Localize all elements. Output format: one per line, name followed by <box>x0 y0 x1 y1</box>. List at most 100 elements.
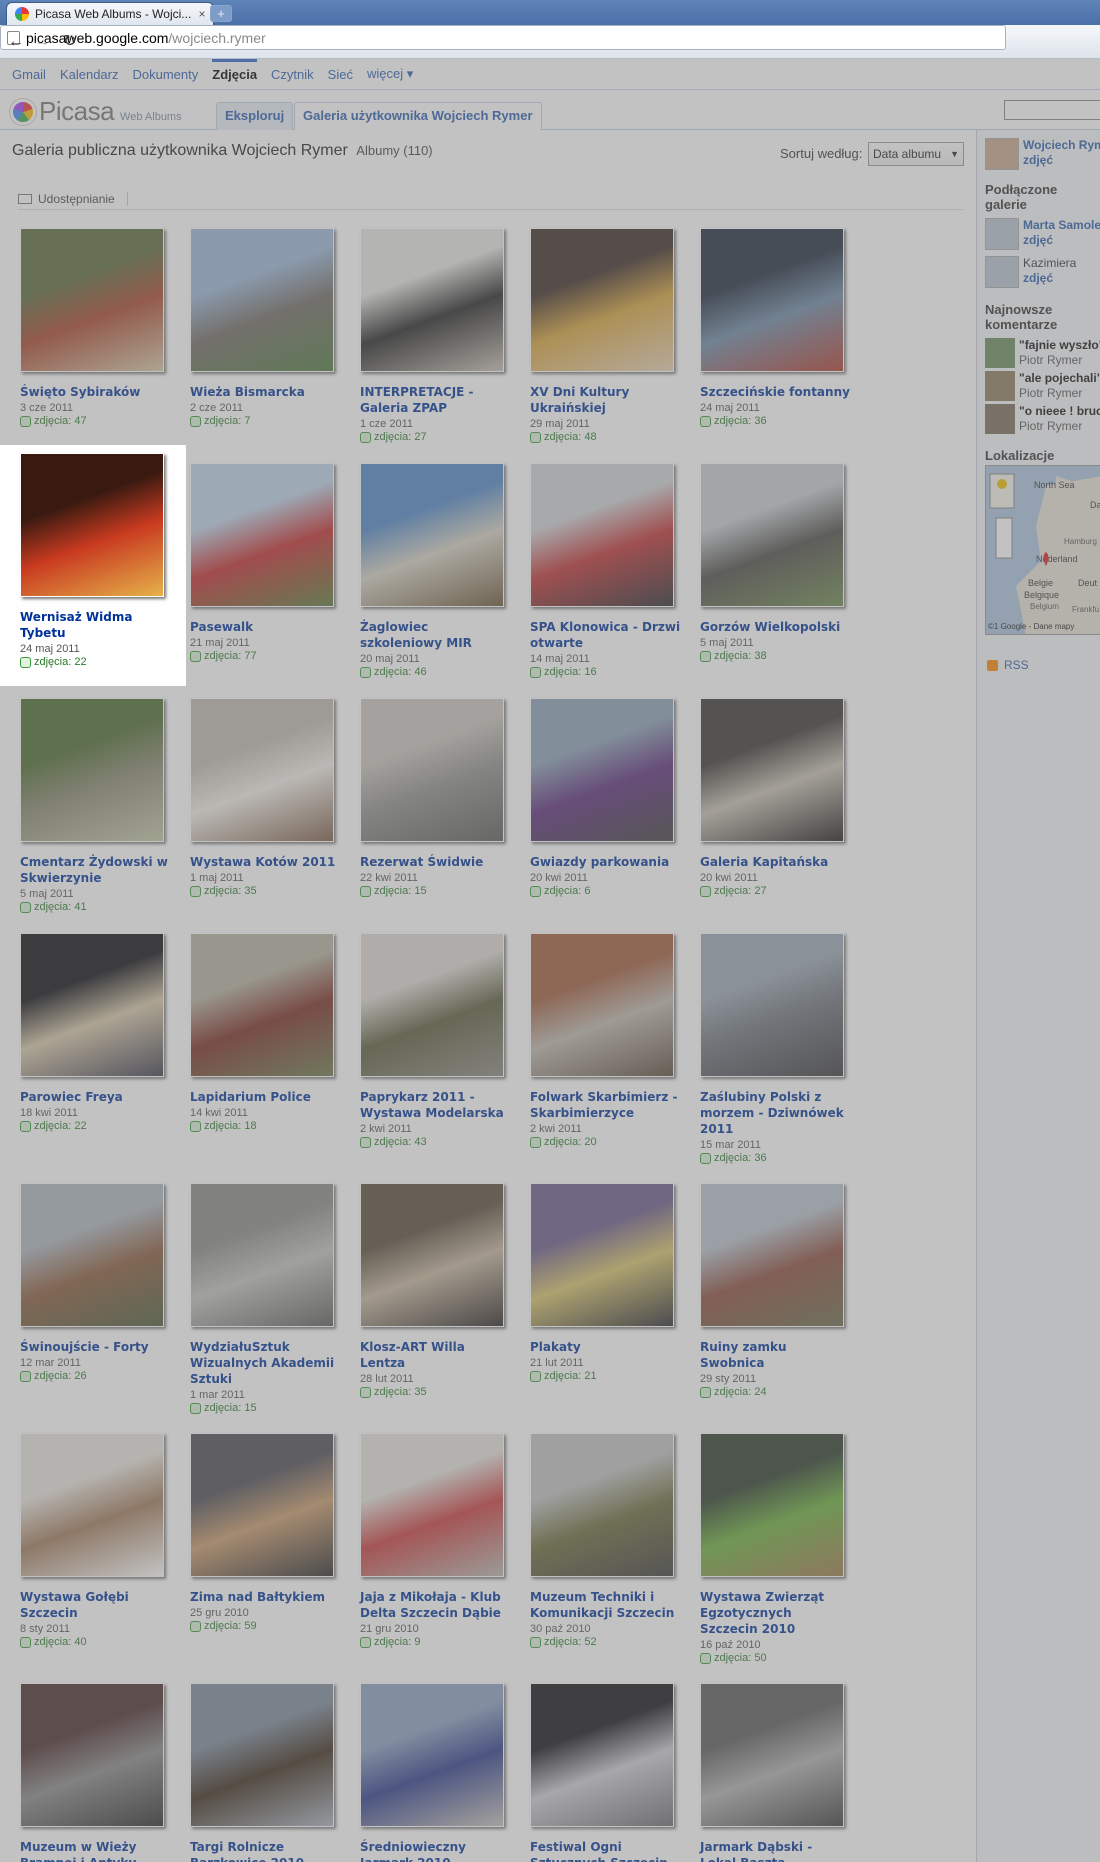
album-thumbnail[interactable] <box>20 1183 164 1327</box>
close-tab-icon[interactable]: × <box>195 7 209 21</box>
album-thumbnail[interactable] <box>530 463 674 607</box>
album-title[interactable]: Pasewalk <box>190 619 342 635</box>
album-title[interactable]: Paprykarz 2011 - Wystawa Modelarska <box>360 1089 512 1121</box>
connected-user-name[interactable]: Marta Samole zdjęć <box>1023 218 1100 250</box>
album-thumbnail[interactable] <box>20 1683 164 1827</box>
forward-arrow-icon[interactable]: → <box>32 33 52 51</box>
album-card[interactable]: Klosz-ART Willa Lentza 28 lut 2011 zdjęcia… <box>352 1175 512 1398</box>
album-card[interactable]: WydziałuSztuk Wizualnych Akademii Sztuki… <box>182 1175 342 1414</box>
album-title[interactable]: XV Dni Kultury Ukraińskiej <box>530 384 682 416</box>
album-card[interactable]: Ruiny zamku Swobnica 29 sty 2011 zdjęcia: … <box>692 1175 852 1398</box>
album-card[interactable]: Cmentarz Żydowski w Skwierzynie 5 maj 201… <box>12 690 172 913</box>
album-title[interactable]: Rezerwat Świdwie <box>360 854 512 870</box>
album-card[interactable]: Zaślubiny Polski z morzem - Dziwnówek 20… <box>692 925 852 1164</box>
album-thumbnail[interactable] <box>530 1183 674 1327</box>
album-card[interactable]: Pasewalk 21 maj 2011 zdjęcia: 77 <box>182 455 342 662</box>
album-card[interactable]: Plakaty 21 lut 2011 zdjęcia: 21 <box>522 1175 682 1382</box>
album-title[interactable]: Wystawa Kotów 2011 <box>190 854 342 870</box>
album-card[interactable]: Galeria Kapitańska 20 kwi 2011 zdjęcia: 27 <box>692 690 852 897</box>
album-title[interactable]: Cmentarz Żydowski w Skwierzynie <box>20 854 172 886</box>
album-thumbnail[interactable] <box>530 933 674 1077</box>
album-title[interactable]: Szczecińskie fontanny <box>700 384 852 400</box>
album-title[interactable]: INTERPRETACJE - Galeria ZPAP <box>360 384 512 416</box>
album-title[interactable]: Folwark Skarbimierz - Skarbimierzyce <box>530 1089 682 1121</box>
album-card[interactable]: Wystawa Kotów 2011 1 maj 2011 zdjęcia: 35 <box>182 690 342 897</box>
album-thumbnail[interactable] <box>700 1683 844 1827</box>
gbar-photos[interactable]: Zdjęcia <box>212 58 258 82</box>
album-thumbnail[interactable] <box>530 1433 674 1577</box>
album-thumbnail[interactable] <box>190 228 334 372</box>
album-card[interactable]: Muzeum w Wieży Bramnej i Antyku <box>12 1675 172 1862</box>
album-title[interactable]: Żaglowiec szkoleniowy MIR <box>360 619 512 651</box>
album-thumbnail[interactable] <box>190 463 334 607</box>
album-title[interactable]: Zaślubiny Polski z morzem - Dziwnówek 20… <box>700 1089 852 1137</box>
gbar-reader[interactable]: Czytnik <box>271 67 314 82</box>
album-title[interactable]: Ruiny zamku Swobnica <box>700 1339 852 1371</box>
album-thumbnail[interactable] <box>360 1183 504 1327</box>
album-title[interactable]: Lapidarium Police <box>190 1089 342 1105</box>
comment-item[interactable]: "fajnie wyszło" Piotr Rymer <box>985 338 1100 368</box>
album-title[interactable]: Wystawa Gołębi Szczecin <box>20 1589 172 1621</box>
album-card[interactable]: Parowiec Freya 18 kwi 2011 zdjęcia: 22 <box>12 925 172 1132</box>
comment-item[interactable]: "ale pojechali" Piotr Rymer <box>985 371 1100 401</box>
comment-item[interactable]: "o nieee ! bruc Piotr Rymer <box>985 404 1100 434</box>
album-card[interactable]: Szczecińskie fontanny 24 maj 2011 zdjęcia:… <box>692 220 852 427</box>
album-title[interactable]: Wieża Bismarcka <box>190 384 342 400</box>
owner-name[interactable]: Wojciech Rym zdjęć <box>1023 138 1100 170</box>
gbar-web[interactable]: Sieć <box>328 67 353 82</box>
rss-link[interactable]: RSS <box>987 658 1029 672</box>
album-thumbnail[interactable] <box>20 1433 164 1577</box>
album-title[interactable]: Festiwal Ogni Sztucznych Szczecin <box>530 1839 682 1862</box>
tab-user-gallery[interactable]: Galeria użytkownika Wojciech Rymer <box>294 102 542 130</box>
album-card[interactable]: Lapidarium Police 14 kwi 2011 zdjęcia: 18 <box>182 925 342 1132</box>
album-thumbnail[interactable] <box>190 1433 334 1577</box>
album-card[interactable]: Gwiazdy parkowania 20 kwi 2011 zdjęcia: 6 <box>522 690 682 897</box>
album-thumbnail[interactable] <box>190 1683 334 1827</box>
album-card[interactable]: Muzeum Techniki i Komunikacji Szczecin 30… <box>522 1425 682 1648</box>
album-title[interactable]: Średniowieczny Jarmark 2010 <box>360 1839 512 1862</box>
owner-card[interactable]: Wojciech Rym zdjęć <box>985 138 1100 170</box>
album-card[interactable]: Wystawa Gołębi Szczecin 8 sty 2011 zdjęcia… <box>12 1425 172 1648</box>
album-thumbnail[interactable] <box>700 933 844 1077</box>
album-card[interactable]: Żaglowiec szkoleniowy MIR 20 maj 2011 zdję… <box>352 455 512 678</box>
tab-explore[interactable]: Eksploruj <box>216 102 294 130</box>
album-thumbnail[interactable] <box>360 1683 504 1827</box>
picasa-logo[interactable]: Picasa Web Albums <box>10 96 182 127</box>
album-card[interactable]: Folwark Skarbimierz - Skarbimierzyce 2 kw… <box>522 925 682 1148</box>
album-title[interactable]: Święto Sybiraków <box>20 384 172 400</box>
album-title[interactable]: Zima nad Bałtykiem <box>190 1589 342 1605</box>
album-title[interactable]: Plakaty <box>530 1339 682 1355</box>
connected-user[interactable]: Marta Samole zdjęć <box>985 218 1100 250</box>
album-title[interactable]: Gwiazdy parkowania <box>530 854 682 870</box>
album-thumbnail[interactable] <box>700 1183 844 1327</box>
album-card[interactable]: Wernisaż Widma Tybetu 24 maj 2011 zdjęcia:… <box>12 445 172 668</box>
album-thumbnail[interactable] <box>700 228 844 372</box>
album-title[interactable]: WydziałuSztuk Wizualnych Akademii Sztuki <box>190 1339 342 1387</box>
album-card[interactable]: Jarmark Dąbski - Lokal Baszta <box>692 1675 852 1862</box>
album-thumbnail[interactable] <box>700 698 844 842</box>
album-card[interactable]: Święto Sybiraków 3 cze 2011 zdjęcia: 47 <box>12 220 172 427</box>
album-card[interactable]: Wieża Bismarcka 2 cze 2011 zdjęcia: 7 <box>182 220 342 427</box>
album-card[interactable]: Paprykarz 2011 - Wystawa Modelarska 2 kwi… <box>352 925 512 1148</box>
new-tab-button[interactable]: + <box>210 5 232 22</box>
connected-user-name[interactable]: Kazimiera zdjęć <box>1023 256 1076 288</box>
album-title[interactable]: Klosz-ART Willa Lentza <box>360 1339 512 1371</box>
sort-select[interactable]: Data albumu ▼ <box>868 142 964 166</box>
album-thumbnail[interactable] <box>20 453 164 597</box>
album-title[interactable]: Muzeum Techniki i Komunikacji Szczecin <box>530 1589 682 1621</box>
highlighted-album[interactable]: Wernisaż Widma Tybetu 24 maj 2011 zdjęcia:… <box>0 445 186 686</box>
album-card[interactable]: Zima nad Bałtykiem 25 gru 2010 zdjęcia: 59 <box>182 1425 342 1632</box>
album-thumbnail[interactable] <box>360 698 504 842</box>
album-card[interactable]: Festiwal Ogni Sztucznych Szczecin <box>522 1675 682 1862</box>
album-thumbnail[interactable] <box>360 1433 504 1577</box>
album-title[interactable]: SPA Klonowica - Drzwi otwarte <box>530 619 682 651</box>
album-thumbnail[interactable] <box>530 698 674 842</box>
album-thumbnail[interactable] <box>190 698 334 842</box>
gbar-calendar[interactable]: Kalendarz <box>60 67 119 82</box>
album-title[interactable]: Gorzów Wielkopolski <box>700 619 852 635</box>
album-thumbnail[interactable] <box>530 1683 674 1827</box>
album-thumbnail[interactable] <box>20 228 164 372</box>
album-card[interactable]: Targi Rolnicze Barzkowice 2010 <box>182 1675 342 1862</box>
album-thumbnail[interactable] <box>360 228 504 372</box>
browser-tab[interactable]: Picasa Web Albums - Wojci... × <box>6 2 214 25</box>
